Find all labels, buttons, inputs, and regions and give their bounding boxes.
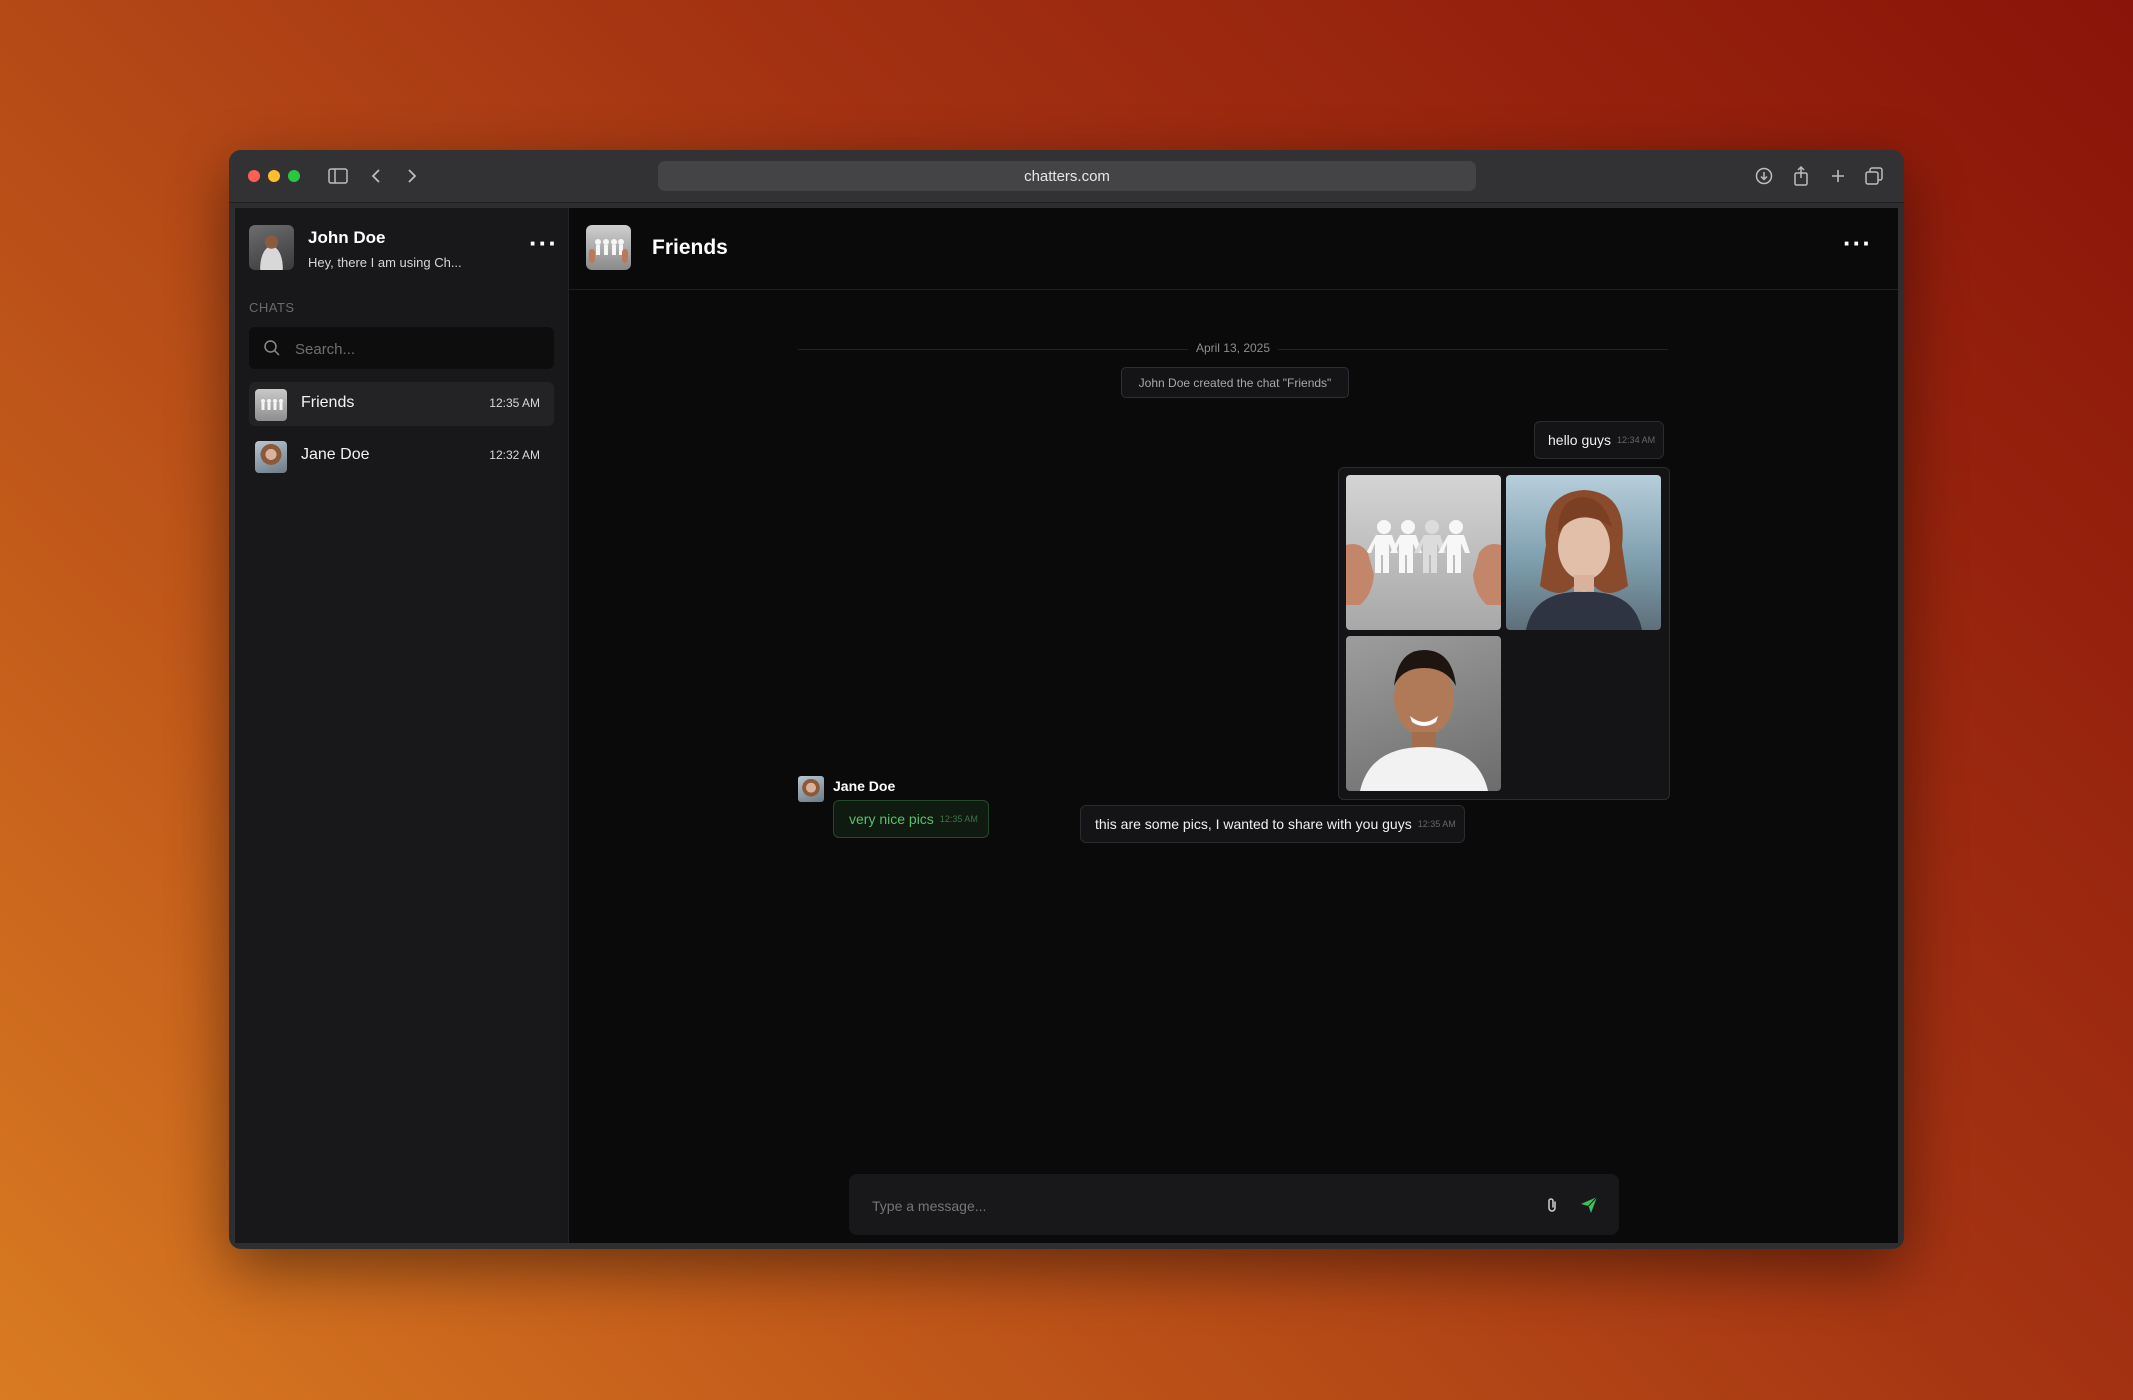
back-icon[interactable] xyxy=(363,163,389,189)
chat-item-jane-doe[interactable]: Jane Doe 12:32 AM xyxy=(249,434,554,478)
close-window-button[interactable] xyxy=(248,170,260,182)
chat-main: Friends ··· April 13, 2025 John Doe crea… xyxy=(569,208,1898,1243)
sidebar-toggle-icon[interactable] xyxy=(325,163,351,189)
message-text: hello guys xyxy=(1548,432,1612,448)
address-bar[interactable]: chatters.com xyxy=(658,161,1476,191)
browser-titlebar: chatters.com xyxy=(229,150,1904,203)
chat-item-name: Friends xyxy=(301,394,355,411)
search-icon xyxy=(263,339,281,362)
jane-doe-avatar xyxy=(255,441,287,473)
chat-sidebar: John Doe Hey, there I am using Ch... ···… xyxy=(235,208,569,1243)
message-input[interactable] xyxy=(870,1174,1514,1237)
chat-item-time: 12:32 AM xyxy=(489,448,540,462)
profile-name: John Doe xyxy=(308,228,386,247)
search-input[interactable] xyxy=(293,327,547,371)
app-content: John Doe Hey, there I am using Ch... ···… xyxy=(235,208,1898,1243)
attachment-icon[interactable] xyxy=(1541,1194,1563,1216)
message-bubble-incoming[interactable]: very nice pics 12:35 AM xyxy=(833,800,989,838)
profile-status: Hey, there I am using Ch... xyxy=(308,255,462,270)
chat-title: Friends xyxy=(652,236,728,259)
system-message-text: John Doe created the chat "Friends" xyxy=(1138,375,1332,390)
message-text: very nice pics xyxy=(849,811,934,827)
red-haired-woman-portrait[interactable] xyxy=(1506,475,1661,630)
forward-icon[interactable] xyxy=(399,163,425,189)
sender-name: Jane Doe xyxy=(833,778,896,794)
chat-item-friends[interactable]: Friends 12:35 AM xyxy=(249,382,554,426)
message-time: 12:35 AM xyxy=(1417,819,1456,829)
share-icon[interactable] xyxy=(1788,163,1814,189)
chat-item-time: 12:35 AM xyxy=(489,396,540,410)
date-separator-text: April 13, 2025 xyxy=(1195,341,1271,355)
download-icon[interactable] xyxy=(1751,163,1777,189)
chat-more-icon[interactable]: ··· xyxy=(1843,230,1872,256)
profile-avatar[interactable] xyxy=(249,225,294,270)
chat-header: Friends ··· xyxy=(569,208,1898,290)
date-separator: April 13, 2025 xyxy=(798,339,1668,359)
message-composer xyxy=(849,1174,1619,1237)
paper-people-chain-photo[interactable] xyxy=(1346,475,1501,630)
url-text: chatters.com xyxy=(1024,167,1110,185)
profile-more-icon[interactable]: ··· xyxy=(529,230,558,256)
maximize-window-button[interactable] xyxy=(288,170,300,182)
message-bubble-outgoing[interactable]: hello guys 12:34 AM xyxy=(1534,421,1665,459)
chat-search xyxy=(249,327,554,371)
chat-item-name: Jane Doe xyxy=(301,446,370,463)
system-message: John Doe created the chat "Friends" xyxy=(1121,367,1349,398)
message-time: 12:35 AM xyxy=(939,814,978,824)
message-text: this are some pics, I wanted to share wi… xyxy=(1095,816,1412,832)
minimize-window-button[interactable] xyxy=(268,170,280,182)
smiling-man-portrait[interactable] xyxy=(1346,636,1501,791)
chats-section-label: CHATS xyxy=(249,300,295,315)
tab-overview-icon[interactable] xyxy=(1861,163,1887,189)
browser-window: chatters.com John Doe Hey, there I am us… xyxy=(229,150,1904,1249)
friends-chat-avatar xyxy=(255,389,287,421)
message-image-grid xyxy=(1338,467,1670,800)
sender-avatar[interactable] xyxy=(798,776,824,802)
message-time: 12:34 AM xyxy=(1617,435,1656,445)
chat-header-avatar[interactable] xyxy=(586,225,631,270)
send-icon[interactable] xyxy=(1578,1194,1600,1216)
new-tab-icon[interactable] xyxy=(1825,163,1851,189)
message-bubble-outgoing[interactable]: this are some pics, I wanted to share wi… xyxy=(1080,805,1465,843)
